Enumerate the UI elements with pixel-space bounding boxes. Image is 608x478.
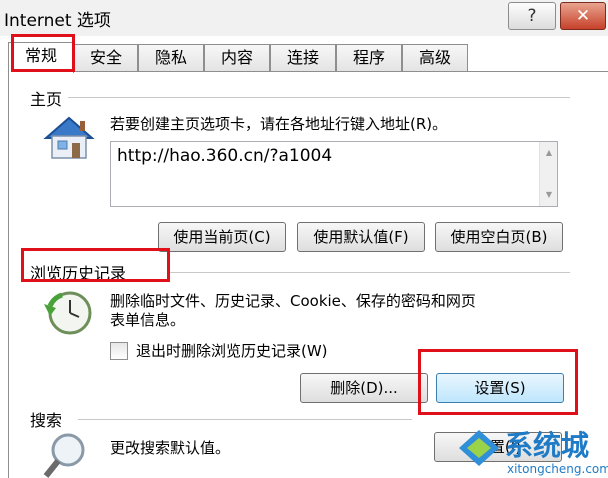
watermark-url: xitongcheng.com [507,462,608,476]
watermark-logo-icon [459,430,499,466]
homepage-url-text: http://hao.360.cn/?a1004 [117,146,333,166]
tab-connections[interactable]: 连接 [270,44,336,72]
highlight-settings-button [418,349,578,415]
watermark: 系统城 xitongcheng.com [455,424,608,478]
search-separator [78,419,412,420]
scroll-down-icon[interactable]: ▼ [542,188,556,202]
tab-security[interactable]: 安全 [74,44,138,72]
homepage-url-textarea[interactable]: http://hao.360.cn/?a1004 ▲ ▼ [110,141,558,207]
tab-privacy[interactable]: 隐私 [138,44,204,72]
url-scrollbar[interactable]: ▲ ▼ [539,142,557,206]
scroll-up-icon[interactable]: ▲ [542,146,556,160]
delete-history-button[interactable]: 删除(D)... [300,373,428,403]
use-default-button[interactable]: 使用默认值(F) [297,222,425,252]
history-clock-icon [44,291,92,335]
search-description: 更改搜索默认值。 [110,439,231,457]
use-current-button[interactable]: 使用当前页(C) [158,222,286,252]
magnifier-icon [43,433,85,478]
tab-strip: 常规 安全 隐私 内容 连接 程序 高级 [8,42,608,73]
close-button[interactable]: ✕ [560,2,606,30]
window-title: Internet 选项 [4,11,111,31]
history-separator [170,272,570,273]
highlight-history-section [21,248,170,282]
delete-on-exit-label[interactable]: 退出时删除浏览历史记录(W) [136,340,328,362]
tab-advanced[interactable]: 高级 [402,44,468,72]
search-section-title: 搜索 [30,407,69,431]
homepage-separator [60,97,570,98]
tab-programs[interactable]: 程序 [336,44,402,72]
title-bar: Internet 选项 ? ✕ [0,0,608,36]
delete-on-exit-checkbox[interactable] [110,342,128,360]
tab-content[interactable]: 内容 [204,44,270,72]
homepage-section-title: 主页 [30,86,69,110]
use-blank-button[interactable]: 使用空白页(B) [435,222,563,252]
homepage-description: 若要创建主页选项卡，请在各地址行键入地址(R)。 [110,115,448,133]
highlight-general-tab [11,34,75,72]
help-button[interactable]: ? [508,2,556,30]
watermark-brand: 系统城 [505,429,590,462]
house-icon [43,116,95,159]
history-description-line2: 表单信息。 [110,311,186,329]
